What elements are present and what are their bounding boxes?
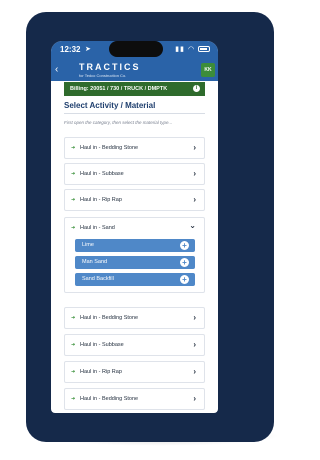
activity-label: Haul in - Subbase xyxy=(80,342,124,348)
chevron-right-icon: › xyxy=(193,143,196,152)
activity-item[interactable]: ➜ Haul in - Bedding Stone › xyxy=(64,307,205,329)
add-circle-icon: + xyxy=(180,258,189,267)
haul-in-icon: ➜ xyxy=(71,145,76,151)
activity-item[interactable]: ➜ Haul in - Rip Rap › xyxy=(64,361,205,383)
activity-label: Haul in - Bedding Stone xyxy=(80,396,139,402)
user-avatar[interactable]: KK xyxy=(201,63,215,77)
material-label: Man Sand xyxy=(82,259,108,265)
add-circle-icon: + xyxy=(180,275,189,284)
activity-label: Haul in - Rip Rap xyxy=(80,369,122,375)
wifi-icon: ◠ xyxy=(187,46,196,53)
app-header: ‹ TRACTICS for Tedco Construction Co. KK xyxy=(51,59,218,81)
material-button-man-sand[interactable]: Man Sand + xyxy=(75,256,195,269)
phone-screen: 12:32 ➤ ▮▮ ◠ ‹ TRACTICS for Tedco Constr… xyxy=(51,41,218,413)
activity-item[interactable]: ➜ Haul in - Subbase › xyxy=(64,163,205,185)
chevron-right-icon: › xyxy=(193,169,196,178)
chevron-right-icon: › xyxy=(193,340,196,349)
chevron-right-icon: › xyxy=(193,367,196,376)
activity-item[interactable]: ➜ Haul in - Rip Rap › xyxy=(64,189,205,211)
info-icon[interactable]: i xyxy=(193,85,200,92)
activity-label: Haul in - Subbase xyxy=(80,171,124,177)
activity-item-expanded[interactable]: ➜ Haul in - Sand ⌄ Lime + Man Sand + San… xyxy=(64,217,205,293)
add-circle-icon: + xyxy=(180,241,189,250)
chevron-down-icon: ⌄ xyxy=(189,221,196,230)
status-bar: 12:32 ➤ ▮▮ ◠ xyxy=(51,41,218,59)
material-button-sand-backfill[interactable]: Sand Backfill + xyxy=(75,273,195,286)
location-arrow-icon: ➤ xyxy=(85,46,91,53)
chevron-right-icon: › xyxy=(193,195,196,204)
chevron-right-icon: › xyxy=(193,313,196,322)
material-button-lime[interactable]: Lime + xyxy=(75,239,195,252)
haul-in-icon: ➜ xyxy=(71,197,76,203)
haul-in-icon: ➜ xyxy=(71,369,76,375)
page-title: Select Activity / Material xyxy=(64,101,156,110)
haul-in-icon: ➜ xyxy=(71,171,76,177)
activity-item[interactable]: ➜ Haul in - Bedding Stone › xyxy=(64,137,205,159)
signal-icon: ▮▮ xyxy=(175,46,185,53)
activity-label: Haul in - Bedding Stone xyxy=(80,145,139,151)
activity-item[interactable]: ➜ Haul in - Bedding Stone › xyxy=(64,388,205,410)
title-divider xyxy=(64,113,205,114)
status-icons: ▮▮ ◠ xyxy=(175,45,210,53)
brand-logo: TRACTICS xyxy=(79,62,141,72)
activity-label: Haul in - Sand xyxy=(80,225,115,231)
haul-in-icon: ➜ xyxy=(71,396,76,402)
haul-in-icon: ➜ xyxy=(71,225,76,231)
brand-subtitle: for Tedco Construction Co. xyxy=(79,73,127,78)
haul-in-icon: ➜ xyxy=(71,342,76,348)
billing-label: Billing: 20051 / 730 / TRUCK / DMPTK xyxy=(70,86,168,92)
activity-label: Haul in - Rip Rap xyxy=(80,197,122,203)
material-label: Lime xyxy=(82,242,94,248)
activity-item[interactable]: ➜ Haul in - Subbase › xyxy=(64,334,205,356)
billing-banner: Billing: 20051 / 730 / TRUCK / DMPTK i xyxy=(64,82,205,96)
haul-in-icon: ➜ xyxy=(71,315,76,321)
back-arrow-icon[interactable]: ‹ xyxy=(55,64,58,75)
chevron-right-icon: › xyxy=(193,394,196,403)
activity-label: Haul in - Bedding Stone xyxy=(80,315,139,321)
material-label: Sand Backfill xyxy=(82,276,114,282)
status-time: 12:32 xyxy=(60,45,81,54)
instruction-text: First open the category, then select the… xyxy=(64,120,173,125)
battery-icon xyxy=(198,46,210,53)
camera-notch xyxy=(109,41,163,57)
